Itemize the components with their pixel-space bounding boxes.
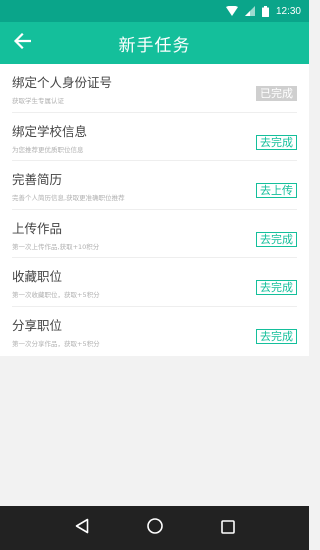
task-item-bind-id: 绑定个人身份证号 获取学生专属认证 已完成 bbox=[12, 64, 297, 113]
complete-button[interactable]: 去完成 bbox=[256, 134, 297, 150]
task-desc: 获取学生专属认证 bbox=[12, 97, 64, 105]
signal-icon bbox=[244, 6, 255, 16]
back-button[interactable] bbox=[8, 29, 36, 57]
task-item-bind-school: 绑定学校信息 为您推荐更优质职位信息 去完成 bbox=[12, 113, 297, 161]
task-item-upload-work: 上传作品 第一次上传作品,获取+10积分 去完成 bbox=[12, 210, 297, 258]
task-name: 绑定学校信息 bbox=[12, 123, 88, 139]
task-item-favorite-job: 收藏职位 第一次收藏职位，获取+5积分 去完成 bbox=[12, 258, 297, 307]
task-name: 完善简历 bbox=[12, 172, 63, 187]
nav-home-button[interactable] bbox=[135, 508, 175, 548]
task-desc: 第一次收藏职位，获取+5积分 bbox=[12, 291, 100, 299]
task-name: 绑定个人身份证号 bbox=[12, 75, 113, 90]
task-desc: 第一次上传作品,获取+10积分 bbox=[12, 242, 100, 251]
complete-button[interactable]: 去完成 bbox=[256, 328, 297, 344]
task-name: 分享职位 bbox=[12, 317, 63, 333]
task-name: 收藏职位 bbox=[12, 269, 63, 284]
task-item-resume: 完善简历 完善个人简历信息,获取更准确职位推荐 去上传 bbox=[12, 161, 297, 210]
task-item-share-job: 分享职位 第一次分享作品，获取+5积分 去完成 bbox=[12, 307, 297, 356]
status-bar: 12:30 bbox=[0, 0, 309, 22]
page-title: 新手任务 bbox=[118, 35, 191, 56]
system-nav-bar bbox=[0, 506, 309, 550]
task-name: 上传作品 bbox=[12, 220, 63, 236]
task-desc: 第一次分享作品，获取+5积分 bbox=[12, 339, 100, 348]
task-completed-badge: 已完成 bbox=[256, 86, 297, 101]
status-time: 12:30 bbox=[275, 5, 301, 17]
app-bar: 新手任务 bbox=[0, 22, 309, 64]
task-desc: 为您推荐更优质职位信息 bbox=[12, 145, 84, 154]
upload-button[interactable]: 去上传 bbox=[256, 183, 297, 198]
task-list: 绑定个人身份证号 获取学生专属认证 已完成 绑定学校信息 为您推荐更优质职位信息… bbox=[0, 64, 309, 356]
complete-button[interactable]: 去完成 bbox=[256, 280, 297, 295]
task-desc: 完善个人简历信息,获取更准确职位推荐 bbox=[12, 194, 125, 202]
complete-button[interactable]: 去完成 bbox=[256, 231, 297, 247]
triangle-back-icon bbox=[75, 518, 89, 538]
wifi-icon bbox=[225, 6, 238, 16]
arrow-left-icon bbox=[13, 32, 32, 53]
circle-home-icon bbox=[146, 518, 163, 538]
square-recents-icon bbox=[220, 519, 235, 538]
battery-icon bbox=[261, 5, 269, 17]
nav-recents-button[interactable] bbox=[208, 508, 248, 548]
nav-back-button[interactable] bbox=[62, 508, 102, 548]
